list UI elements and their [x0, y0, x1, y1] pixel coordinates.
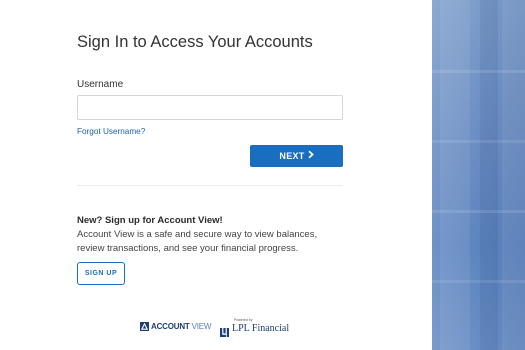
account-view-logo-light: VIEW [191, 322, 212, 331]
forgot-username-link[interactable]: Forgot Username? [77, 127, 145, 136]
lpl-financial-text: LPL Financial [232, 323, 290, 334]
next-button[interactable]: NEXT [250, 145, 343, 167]
account-view-logo-icon [140, 322, 149, 331]
username-input[interactable] [77, 95, 343, 120]
chevron-right-icon [308, 150, 314, 161]
account-view-logo: ACCOUNT VIEW [140, 322, 211, 331]
account-view-logo-bold: ACCOUNT [151, 322, 190, 331]
username-label: Username [77, 79, 124, 90]
signup-description: Account View is a safe and secure way to… [77, 229, 318, 254]
next-button-label: NEXT [279, 151, 305, 161]
powered-by-text: Powered by [234, 318, 253, 322]
background-image-panel [432, 0, 525, 350]
page-title: Sign In to Access Your Accounts [77, 33, 313, 51]
login-panel: Sign In to Access Your Accounts Username… [0, 0, 432, 350]
sign-up-button[interactable]: SIGN UP [77, 262, 125, 285]
section-divider [77, 185, 343, 186]
signup-heading: New? Sign up for Account View! [77, 215, 223, 226]
lpl-logo-icon [220, 324, 229, 337]
